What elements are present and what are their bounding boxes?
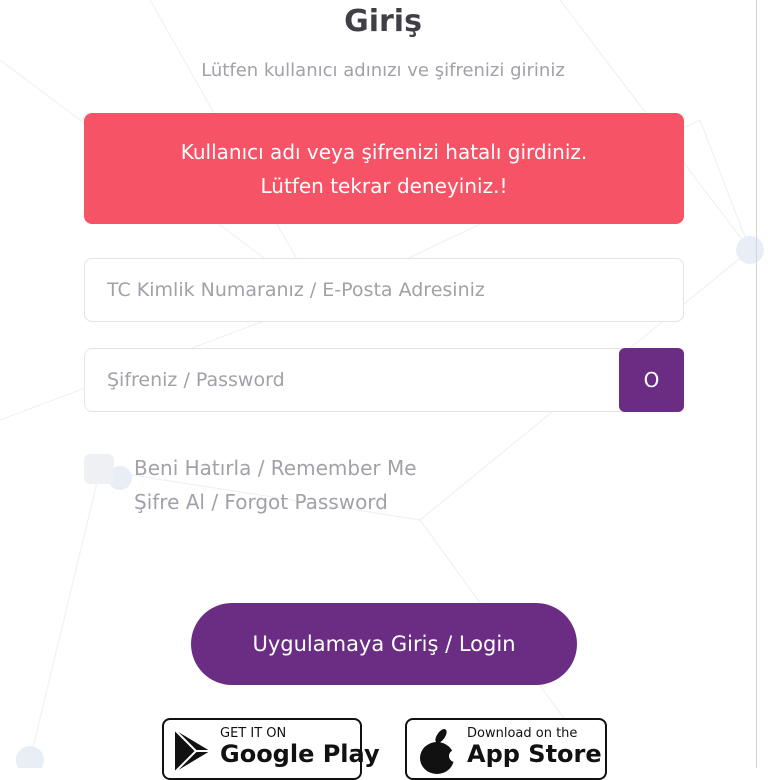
username-input[interactable] bbox=[84, 258, 684, 322]
eye-icon: O bbox=[643, 368, 660, 392]
login-button[interactable]: Uygulamaya Giriş / Login bbox=[191, 603, 577, 685]
error-alert-line1: Kullanıcı adı veya şifrenizi hatalı gird… bbox=[180, 140, 588, 164]
google-play-icon bbox=[174, 729, 210, 773]
app-store-small-text: Download on the bbox=[467, 726, 578, 741]
password-input[interactable] bbox=[84, 348, 624, 412]
google-play-small-text: GET IT ON bbox=[220, 726, 287, 741]
error-alert-line2: Lütfen tekrar deneyiniz.! bbox=[260, 174, 508, 198]
google-play-big-text: Google Play bbox=[220, 740, 380, 768]
panel-edge bbox=[756, 0, 757, 768]
app-store-big-text: App Store bbox=[467, 740, 602, 768]
page-title: Giriş bbox=[344, 4, 422, 39]
google-play-badge[interactable]: GET IT ON Google Play bbox=[162, 718, 380, 780]
error-alert: Kullanıcı adı veya şifrenizi hatalı gird… bbox=[84, 113, 684, 224]
show-password-button[interactable]: O bbox=[619, 348, 684, 412]
apple-icon bbox=[420, 729, 459, 774]
page-subtitle: Lütfen kullanıcı adınızı ve şifrenizi gi… bbox=[201, 60, 565, 81]
app-store-badge[interactable]: Download on the App Store bbox=[405, 718, 607, 780]
remember-me-label[interactable]: Beni Hatırla / Remember Me bbox=[134, 456, 417, 480]
remember-me-checkbox[interactable] bbox=[84, 454, 114, 484]
forgot-password-link[interactable]: Şifre Al / Forgot Password bbox=[134, 490, 388, 514]
login-button-label: Uygulamaya Giriş / Login bbox=[252, 632, 516, 656]
